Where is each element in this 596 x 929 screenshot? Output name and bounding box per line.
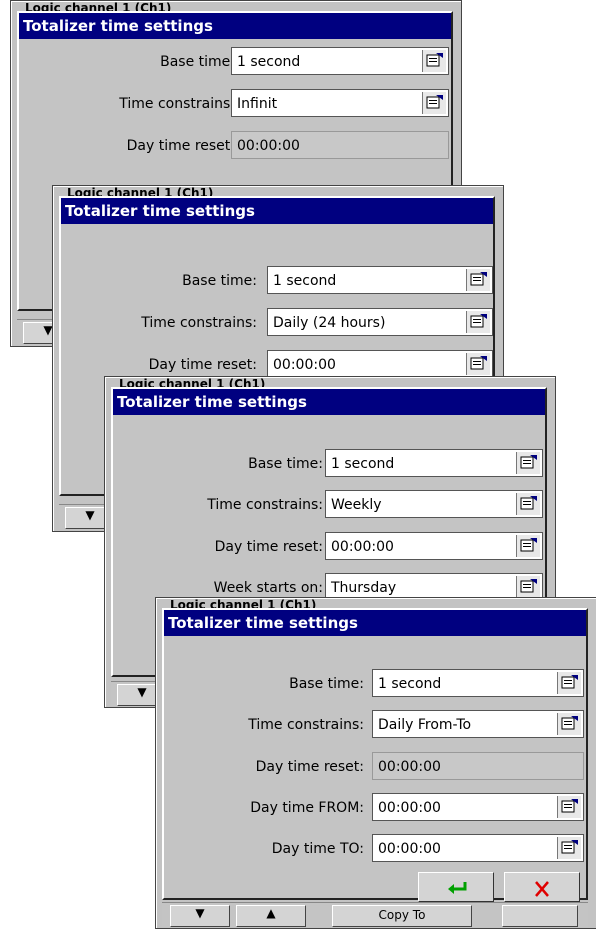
time-constrains-value: Weekly <box>331 497 382 513</box>
time-constrains-field[interactable]: Weekly <box>325 490 543 518</box>
base-time-label: Base time: <box>160 54 235 70</box>
day-time-to-label: Day time TO: <box>271 841 364 857</box>
edit-list-icon[interactable] <box>422 92 446 114</box>
day-time-reset-label: Day time reset: <box>126 138 235 154</box>
base-time-value: 1 second <box>331 456 395 472</box>
day-time-reset-value: 00:00:00 <box>331 539 394 555</box>
base-time-field[interactable]: 1 second <box>231 47 449 75</box>
edit-list-icon[interactable] <box>466 269 490 291</box>
arrow-down-icon: ▼ <box>85 508 95 522</box>
dialog-title: Totalizer time settings <box>61 198 493 224</box>
time-constrains-value: Daily (24 hours) <box>273 315 386 331</box>
bottom-nav-bar: ▼ ▲ Copy To <box>162 902 588 927</box>
day-time-reset-label: Day time reset: <box>148 357 257 373</box>
day-time-reset-value: 00:00:00 <box>237 138 300 154</box>
edit-list-icon[interactable] <box>422 50 446 72</box>
base-time-value: 1 second <box>273 273 337 289</box>
base-time-label: Base time: <box>289 676 364 692</box>
day-time-reset-value: 00:00:00 <box>273 357 336 373</box>
edit-list-icon[interactable] <box>516 452 540 474</box>
nav-up-button[interactable]: ▲ <box>236 905 306 927</box>
edit-list-icon[interactable] <box>557 796 581 818</box>
totalizer-dialog: Totalizer time settings Base time: 1 sec… <box>162 608 588 902</box>
base-time-field[interactable]: 1 second <box>372 669 584 697</box>
time-constrains-label: Time constrains: <box>141 315 257 331</box>
day-time-from-label: Day time FROM: <box>250 800 364 816</box>
day-time-from-value: 00:00:00 <box>378 800 441 816</box>
cancel-button[interactable] <box>504 872 580 902</box>
base-time-label: Base time: <box>182 273 257 289</box>
day-time-reset-field[interactable]: 00:00:00 <box>325 532 543 560</box>
edit-list-icon[interactable] <box>557 837 581 859</box>
week-starts-on-value: Thursday <box>331 580 397 596</box>
arrow-down-icon: ▼ <box>137 685 147 699</box>
edit-list-icon[interactable] <box>557 713 581 735</box>
base-time-field[interactable]: 1 second <box>325 449 543 477</box>
nav-back-button[interactable] <box>502 905 578 927</box>
red-x-icon <box>535 881 549 897</box>
edit-list-icon[interactable] <box>516 535 540 557</box>
base-time-label: Base time: <box>248 456 323 472</box>
dialog-title: Totalizer time settings <box>113 389 545 415</box>
edit-list-icon[interactable] <box>466 311 490 333</box>
day-time-to-value: 00:00:00 <box>378 841 441 857</box>
time-constrains-value: Infinit <box>237 96 278 112</box>
day-time-reset-label: Day time reset: <box>255 759 364 775</box>
base-time-value: 1 second <box>378 676 442 692</box>
time-constrains-label: Time constrains: <box>248 717 364 733</box>
day-time-to-field[interactable]: 00:00:00 <box>372 834 584 862</box>
base-time-value: 1 second <box>237 54 301 70</box>
enter-arrow-icon <box>448 882 467 894</box>
base-time-field[interactable]: 1 second <box>267 266 493 294</box>
day-time-reset-value: 00:00:00 <box>378 759 441 775</box>
edit-list-icon[interactable] <box>516 493 540 515</box>
edit-list-icon[interactable] <box>516 576 540 598</box>
time-constrains-value: Daily From-To <box>378 717 472 733</box>
day-time-reset-field[interactable]: 00:00:00 <box>267 350 493 378</box>
dialog-title: Totalizer time settings <box>19 13 451 39</box>
day-time-reset-label: Day time reset: <box>214 539 323 555</box>
time-constrains-field[interactable]: Daily From-To <box>372 710 584 738</box>
dialog-title: Totalizer time settings <box>164 610 586 636</box>
ok-button[interactable] <box>418 872 494 902</box>
arrow-down-icon: ▼ <box>195 906 205 920</box>
arrow-up-icon: ▲ <box>266 906 276 920</box>
copy-to-button[interactable]: Copy To <box>332 905 472 927</box>
day-time-from-field[interactable]: 00:00:00 <box>372 793 584 821</box>
week-starts-on-label: Week starts on: <box>213 580 323 596</box>
time-constrains-field[interactable]: Infinit <box>231 89 449 117</box>
edit-list-icon[interactable] <box>557 672 581 694</box>
screen-4: Logic channel 1 (Ch1) Totalizer time set… <box>155 597 596 929</box>
nav-down-button[interactable]: ▼ <box>170 905 230 927</box>
time-constrains-field[interactable]: Daily (24 hours) <box>267 308 493 336</box>
edit-list-icon[interactable] <box>466 353 490 375</box>
time-constrains-label: Time constrains: <box>119 96 235 112</box>
time-constrains-label: Time constrains: <box>207 497 323 513</box>
day-time-reset-field: 00:00:00 <box>231 131 449 159</box>
copy-to-label: Copy To <box>378 908 426 922</box>
day-time-reset-field: 00:00:00 <box>372 752 584 780</box>
